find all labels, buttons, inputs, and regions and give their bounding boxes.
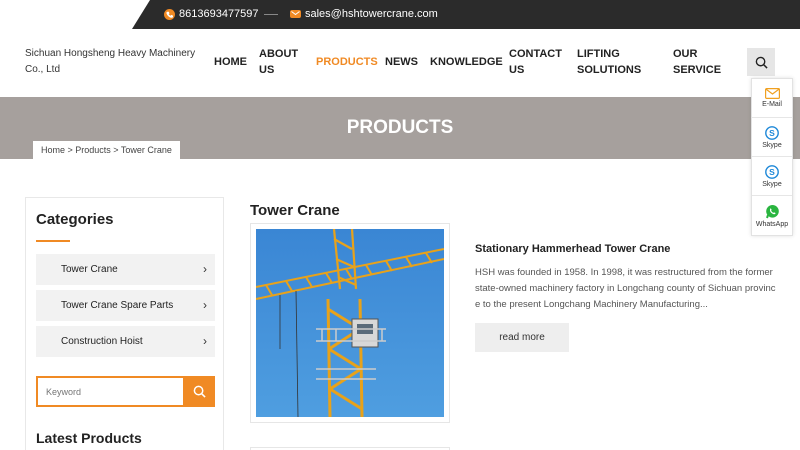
nav-about-us[interactable]: ABOUT US <box>259 46 303 78</box>
nav-lifting-solutions[interactable]: LIFTING SOLUTIONS <box>577 46 647 78</box>
read-more-button[interactable]: read more <box>475 323 569 352</box>
nav-knowledge[interactable]: KNOWLEDGE <box>430 54 503 70</box>
product-name[interactable]: Stationary Hammerhead Tower Crane <box>475 243 670 255</box>
phone-contact[interactable]: 8613693477597 <box>164 8 259 20</box>
float-whatsapp[interactable]: WhatsApp <box>752 196 792 235</box>
nav-home[interactable]: HOME <box>214 54 247 70</box>
nav-contact-us[interactable]: CONTACT US <box>509 46 571 78</box>
product-image-frame[interactable] <box>250 223 450 423</box>
float-email[interactable]: E-Mail <box>752 79 792 118</box>
phone-icon <box>164 8 175 20</box>
nav-products[interactable]: PRODUCTS <box>316 54 378 70</box>
whatsapp-icon <box>765 204 779 218</box>
float-skype-2-label: Skype <box>762 180 782 188</box>
chevron-right-icon: › <box>203 262 207 276</box>
float-skype-2[interactable]: S Skype <box>752 157 792 196</box>
product-description: HSH was founded in 1958. In 1998, it was… <box>475 267 776 310</box>
sidebar: Categories Tower Crane › Tower Crane Spa… <box>25 197 224 450</box>
category-tower-crane[interactable]: Tower Crane › <box>36 254 215 285</box>
top-bar-notch <box>0 0 150 29</box>
skype-icon: S <box>765 125 779 140</box>
svg-text:S: S <box>769 128 775 138</box>
categories-title: Categories <box>36 211 114 228</box>
float-whatsapp-label: WhatsApp <box>755 220 789 228</box>
keyword-search-input[interactable] <box>36 376 184 407</box>
category-tower-crane-spare-parts[interactable]: Tower Crane Spare Parts › <box>36 290 215 321</box>
float-skype-1[interactable]: S Skype <box>752 118 792 157</box>
tower-crane-illustration <box>256 229 444 417</box>
keyword-search-button[interactable] <box>183 376 215 407</box>
search-icon <box>193 385 206 398</box>
svg-text:S: S <box>769 167 775 177</box>
chevron-right-icon: › <box>203 334 207 348</box>
phone-number: 8613693477597 <box>179 8 259 20</box>
contact-separator <box>264 14 278 15</box>
chevron-right-icon: › <box>203 298 207 312</box>
email-address: sales@hshtowercrane.com <box>305 8 438 20</box>
mail-icon <box>764 88 780 99</box>
category-label: Tower Crane <box>61 264 118 275</box>
breadcrumb[interactable]: Home > Products > Tower Crane <box>33 141 180 159</box>
page-title: Tower Crane <box>250 202 340 219</box>
search-icon <box>755 56 768 69</box>
email-contact[interactable]: sales@hshtowercrane.com <box>290 8 438 20</box>
float-skype-1-label: Skype <box>762 141 782 149</box>
skype-icon: S <box>765 164 779 179</box>
latest-products-title: Latest Products <box>36 430 142 446</box>
category-construction-hoist[interactable]: Construction Hoist › <box>36 326 215 357</box>
nav-news[interactable]: NEWS <box>385 54 418 70</box>
category-label: Tower Crane Spare Parts <box>61 300 174 311</box>
banner-title: PRODUCTS <box>346 117 454 138</box>
header-search-button[interactable] <box>747 48 775 76</box>
category-label: Construction Hoist <box>61 336 143 347</box>
nav-our-service[interactable]: OUR SERVICE <box>673 46 723 78</box>
envelope-icon <box>290 10 301 18</box>
float-email-label: E-Mail <box>762 101 782 108</box>
tower-crane-photo[interactable] <box>256 229 444 417</box>
floating-contact-bar: E-Mail S Skype S Skype WhatsApp <box>751 78 793 236</box>
categories-underline <box>36 240 70 242</box>
company-name[interactable]: Sichuan Hongsheng Heavy Machinery Co., L… <box>25 46 210 78</box>
